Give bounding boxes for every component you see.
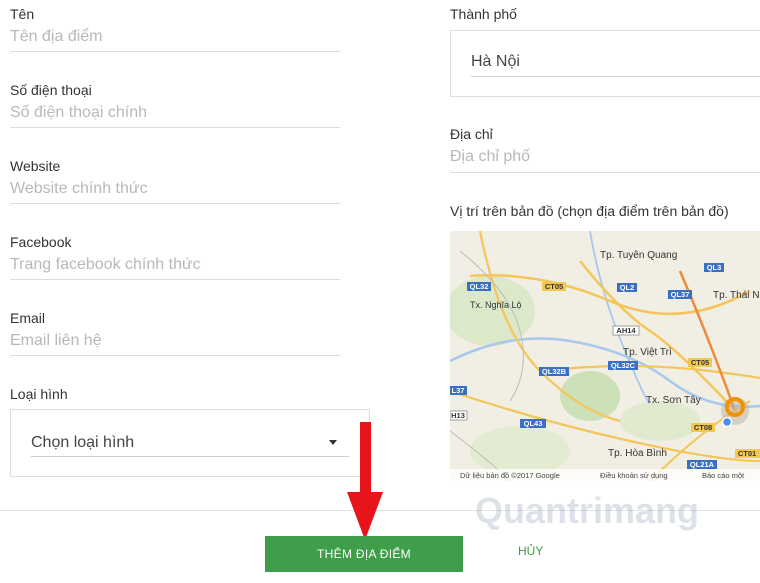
facebook-underline [10,279,340,280]
website-label: Website [10,158,61,174]
phone-underline [10,127,340,128]
red-arrow-icon [347,422,383,540]
address-label: Địa chỉ [450,126,493,142]
map-place-label: Tp. Thái Nguyên [713,290,760,301]
map-road-label: CT05 [545,282,563,291]
facebook-input[interactable]: Trang facebook chính thức [10,256,340,274]
map-road-label: AH14 [616,326,636,335]
watermark-logo: Quantrimang [475,490,700,531]
website-underline [10,203,340,204]
map-label: Vị trí trên bản đồ (chọn địa điểm trên b… [450,203,729,219]
phone-label: Số điện thoại [10,82,92,98]
map-road-label: CT05 [691,358,709,367]
map-road-label: L37 [452,386,465,395]
location-map[interactable]: QL32 CT05 QL2 QL3 QL37 AH14 QL32B QL32C … [450,231,760,481]
map-road-label: QL37 [671,290,690,299]
cancel-button[interactable]: HỦY [518,544,543,558]
map-canvas[interactable]: QL32 CT05 QL2 QL3 QL37 AH14 QL32B QL32C … [450,231,760,481]
city-select-value: Hà Nội [471,53,520,70]
name-input[interactable]: Tên địa điểm [10,28,340,46]
map-place-label: Tx. Sơn Tây [646,395,701,406]
email-underline [10,355,340,356]
type-select[interactable]: Chọn loại hình [10,409,370,477]
map-road-label: CT01 [738,449,756,458]
map-road-label: QL32C [611,361,636,370]
map-road-label: CT08 [694,423,712,432]
website-input[interactable]: Website chính thức [10,180,340,198]
city-label: Thành phố [450,6,517,22]
map-road-label: H13 [451,411,465,420]
address-input[interactable]: Địa chỉ phố [450,148,760,166]
map-attribution: Dữ liệu bản đồ ©2017 Google [460,471,560,480]
current-location-icon [721,416,733,428]
email-label: Email [10,310,46,326]
map-road-label: QL21A [690,460,715,469]
name-label: Tên [10,6,35,22]
map-terms-link[interactable]: Điều khoản sử dụng [600,471,668,480]
type-select-underline [31,456,349,457]
facebook-label: Facebook [10,234,72,250]
map-road-label: QL32 [470,282,489,291]
map-road-label: QL43 [524,419,543,428]
map-road-label: QL32B [542,367,567,376]
type-select-value: Chọn loại hình [31,434,135,451]
map-place-label: Tp. Việt Trì [623,347,672,358]
map-place-label: Tp. Tuyên Quang [600,250,677,261]
city-select-underline [471,76,760,77]
email-input[interactable]: Email liên hệ [10,332,340,350]
map-place-label: Tp. Hòa Bình [608,448,667,459]
map-road-label: QL2 [620,283,635,292]
map-road-label: QL3 [707,263,722,272]
map-place-label: Tx. Nghĩa Lộ [470,300,522,310]
city-select[interactable]: Hà Nội [450,30,760,97]
type-label: Loại hình [10,386,68,402]
add-place-button[interactable]: THÊM ĐỊA ĐIỂM [265,536,463,572]
map-report-link[interactable]: Báo cáo một [702,471,745,480]
caret-down-icon [329,440,337,445]
address-underline [450,172,760,173]
name-underline [10,51,340,52]
phone-input[interactable]: Số điện thoại chính [10,104,340,122]
